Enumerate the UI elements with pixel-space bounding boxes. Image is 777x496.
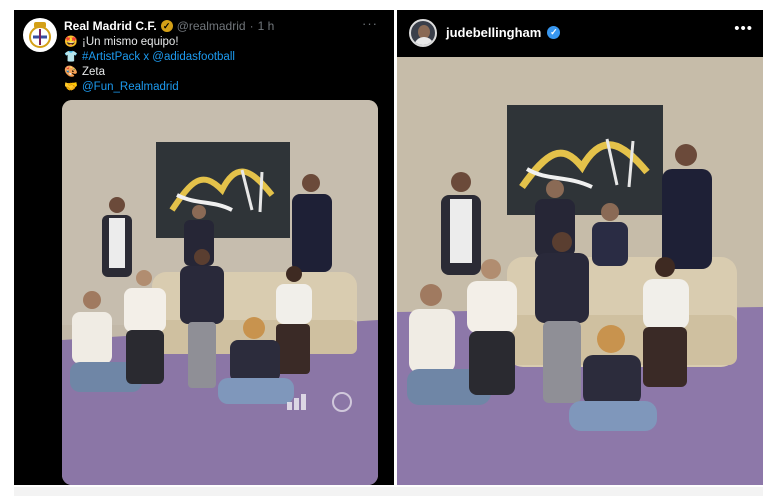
meta-separator: · — [249, 19, 254, 33]
page-bottom-strip — [14, 487, 763, 496]
text-line: 🤝 @Fun_Realmadrid — [64, 80, 235, 95]
team-photo-illustration — [397, 57, 763, 485]
instagram-post[interactable]: judebellingham ✓ ••• — [397, 10, 763, 485]
post-time[interactable]: 1 h — [258, 19, 275, 33]
x-post[interactable]: Real Madrid C.F. ✓ @realmadrid · 1 h ···… — [14, 10, 394, 485]
post-photo[interactable] — [62, 100, 378, 485]
post-author: judebellingham ✓ — [446, 25, 561, 40]
text-line: 🎨 Zeta — [64, 65, 235, 80]
more-options-icon[interactable]: ••• — [734, 20, 753, 37]
handshake-emoji-icon: 🤝 — [64, 81, 78, 93]
text-line: 🤩 ¡Un mismo equipo! — [64, 35, 235, 50]
shirt-emoji-icon: 👕 — [64, 51, 78, 63]
real-madrid-crest-icon — [29, 22, 51, 48]
avatar-body — [414, 37, 434, 45]
palette-emoji-icon: 🎨 — [64, 66, 78, 78]
verified-badge-icon: ✓ — [160, 20, 173, 32]
username[interactable]: judebellingham — [446, 25, 541, 40]
post-header: Real Madrid C.F. ✓ @realmadrid · 1 h — [64, 19, 274, 33]
mention-link[interactable]: @Fun_Realmadrid — [82, 80, 179, 95]
more-options-icon[interactable]: ··· — [362, 16, 378, 31]
text-line-content: ¡Un mismo equipo! — [82, 36, 179, 48]
artwork-canvas — [156, 142, 290, 238]
text-line-content: Zeta — [82, 66, 106, 78]
display-name[interactable]: Real Madrid C.F. — [64, 19, 157, 33]
text-line: 👕 #ArtistPack x @adidasfootball — [64, 50, 235, 65]
verified-badge-icon: ✓ — [547, 26, 561, 39]
screenshot-frame: Real Madrid C.F. ✓ @realmadrid · 1 h ···… — [0, 0, 777, 496]
real-madrid-avatar[interactable] — [23, 18, 57, 52]
team-photo-illustration — [62, 100, 378, 485]
artwork-canvas — [507, 105, 663, 215]
user-handle[interactable]: @realmadrid — [177, 19, 246, 33]
star-struck-emoji-icon: 🤩 — [64, 36, 78, 48]
profile-avatar[interactable] — [409, 19, 437, 47]
hashtag-mention-link[interactable]: #ArtistPack x @adidasfootball — [82, 50, 235, 65]
post-text: 🤩 ¡Un mismo equipo! 👕 #ArtistPack x @adi… — [64, 35, 235, 95]
post-photo[interactable] — [397, 57, 763, 485]
